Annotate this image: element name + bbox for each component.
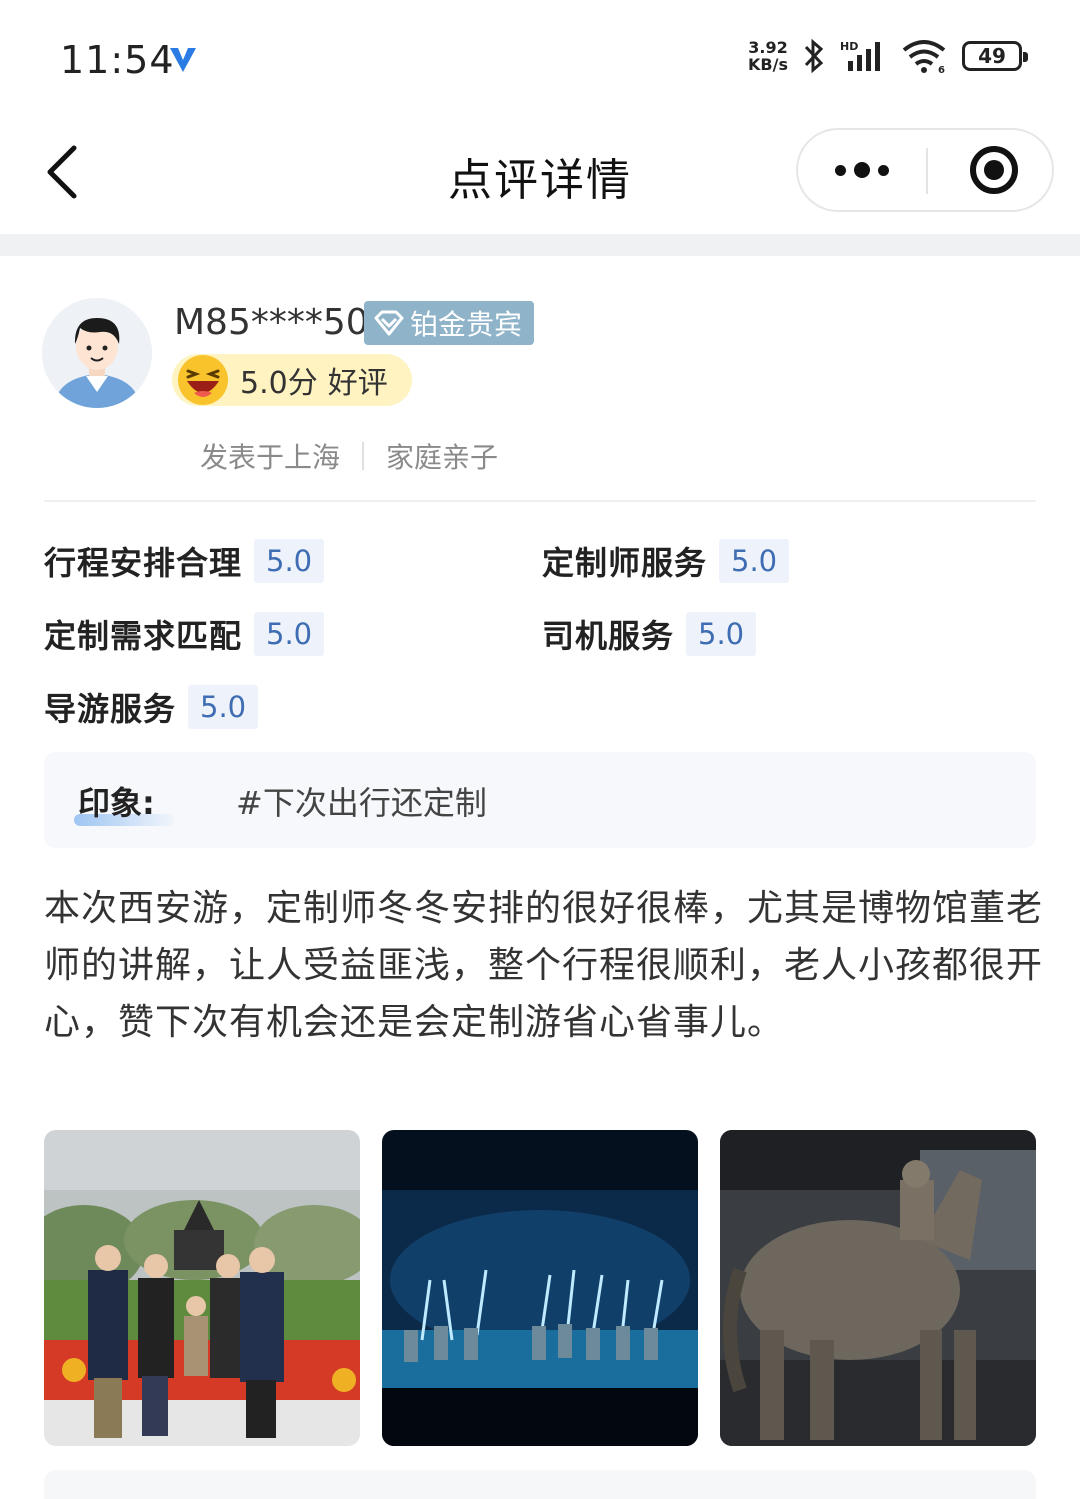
bluetooth-icon: [804, 38, 824, 74]
review-photo-show[interactable]: [382, 1130, 698, 1446]
score-planner-service: 定制师服务 5.0: [542, 538, 790, 584]
user-avatar-icon: [42, 298, 152, 408]
next-section-card: [44, 1470, 1036, 1499]
avatar[interactable]: [42, 298, 152, 408]
trip-type: 家庭亲子: [386, 441, 499, 474]
impression-box: 印象: #下次出行还定制: [44, 752, 1036, 848]
posted-location: 发表于上海: [200, 441, 341, 474]
more-dots-icon[interactable]: [798, 130, 926, 210]
svg-text:HD: HD: [840, 40, 858, 53]
photo-show-image: [382, 1130, 698, 1446]
score-itinerary: 行程安排合理 5.0: [44, 538, 325, 584]
review-text: 本次西安游，定制师冬冬安排的很好很棒，尤其是博物馆董老师的讲解，让人受益匪浅，整…: [44, 888, 1044, 1043]
close-target-icon[interactable]: [970, 146, 1018, 194]
score-label: 定制师服务: [542, 544, 708, 582]
score-label: 导游服务: [44, 690, 177, 728]
score-guide-service: 导游服务 5.0: [44, 684, 259, 730]
username[interactable]: M85****50: [174, 302, 369, 343]
score-requirement-match: 定制需求匹配 5.0: [44, 611, 325, 657]
review-meta: 发表于上海 家庭亲子: [200, 436, 498, 476]
status-bar: 11:54 3.92 KB/s HD 6 49: [0, 0, 1080, 120]
divider: [44, 500, 1036, 502]
rating-label: 好评: [327, 366, 388, 401]
photo-family-image: [44, 1130, 360, 1446]
status-icons: 3.92 KB/s HD 6 49: [748, 38, 1028, 74]
nav-bar: 点评详情: [0, 120, 1080, 232]
section-divider-band: [0, 234, 1080, 256]
score-driver-service: 司机服务 5.0: [542, 611, 757, 657]
rating-score: 5.0分: [240, 366, 318, 401]
laughing-emoji-icon: [178, 355, 228, 405]
rating-pill: 5.0分 好评: [172, 354, 412, 406]
score-value: 5.0: [686, 612, 757, 656]
score-value: 5.0: [719, 539, 790, 583]
score-value: 5.0: [254, 612, 325, 656]
miniprogram-capsule: [796, 128, 1054, 212]
impression-tag[interactable]: #下次出行还定制: [236, 778, 487, 824]
battery-icon: 49: [962, 41, 1028, 71]
score-label: 行程安排合理: [44, 544, 243, 582]
diamond-icon: [374, 310, 404, 336]
score-value: 5.0: [188, 685, 259, 729]
score-label: 司机服务: [542, 617, 675, 655]
status-time: 11:54: [60, 38, 175, 82]
photo-terracotta-horse-image: [720, 1130, 1036, 1446]
impression-label: 印象:: [78, 784, 155, 822]
net-speed: 3.92 KB/s: [748, 38, 788, 74]
score-label: 定制需求匹配: [44, 617, 243, 655]
svg-text:6: 6: [938, 65, 945, 74]
review-photo-family[interactable]: [44, 1130, 360, 1446]
review-photo-horse[interactable]: [720, 1130, 1036, 1446]
vip-badge: 铂金贵宾: [364, 301, 535, 345]
vpn-v-icon: [170, 48, 196, 72]
vip-label: 铂金贵宾: [410, 308, 523, 341]
score-value: 5.0: [254, 539, 325, 583]
hd-signal-icon: HD: [840, 40, 880, 71]
meta-divider: [362, 442, 365, 470]
capsule-divider: [926, 148, 928, 194]
wifi-icon: 6: [902, 40, 946, 74]
